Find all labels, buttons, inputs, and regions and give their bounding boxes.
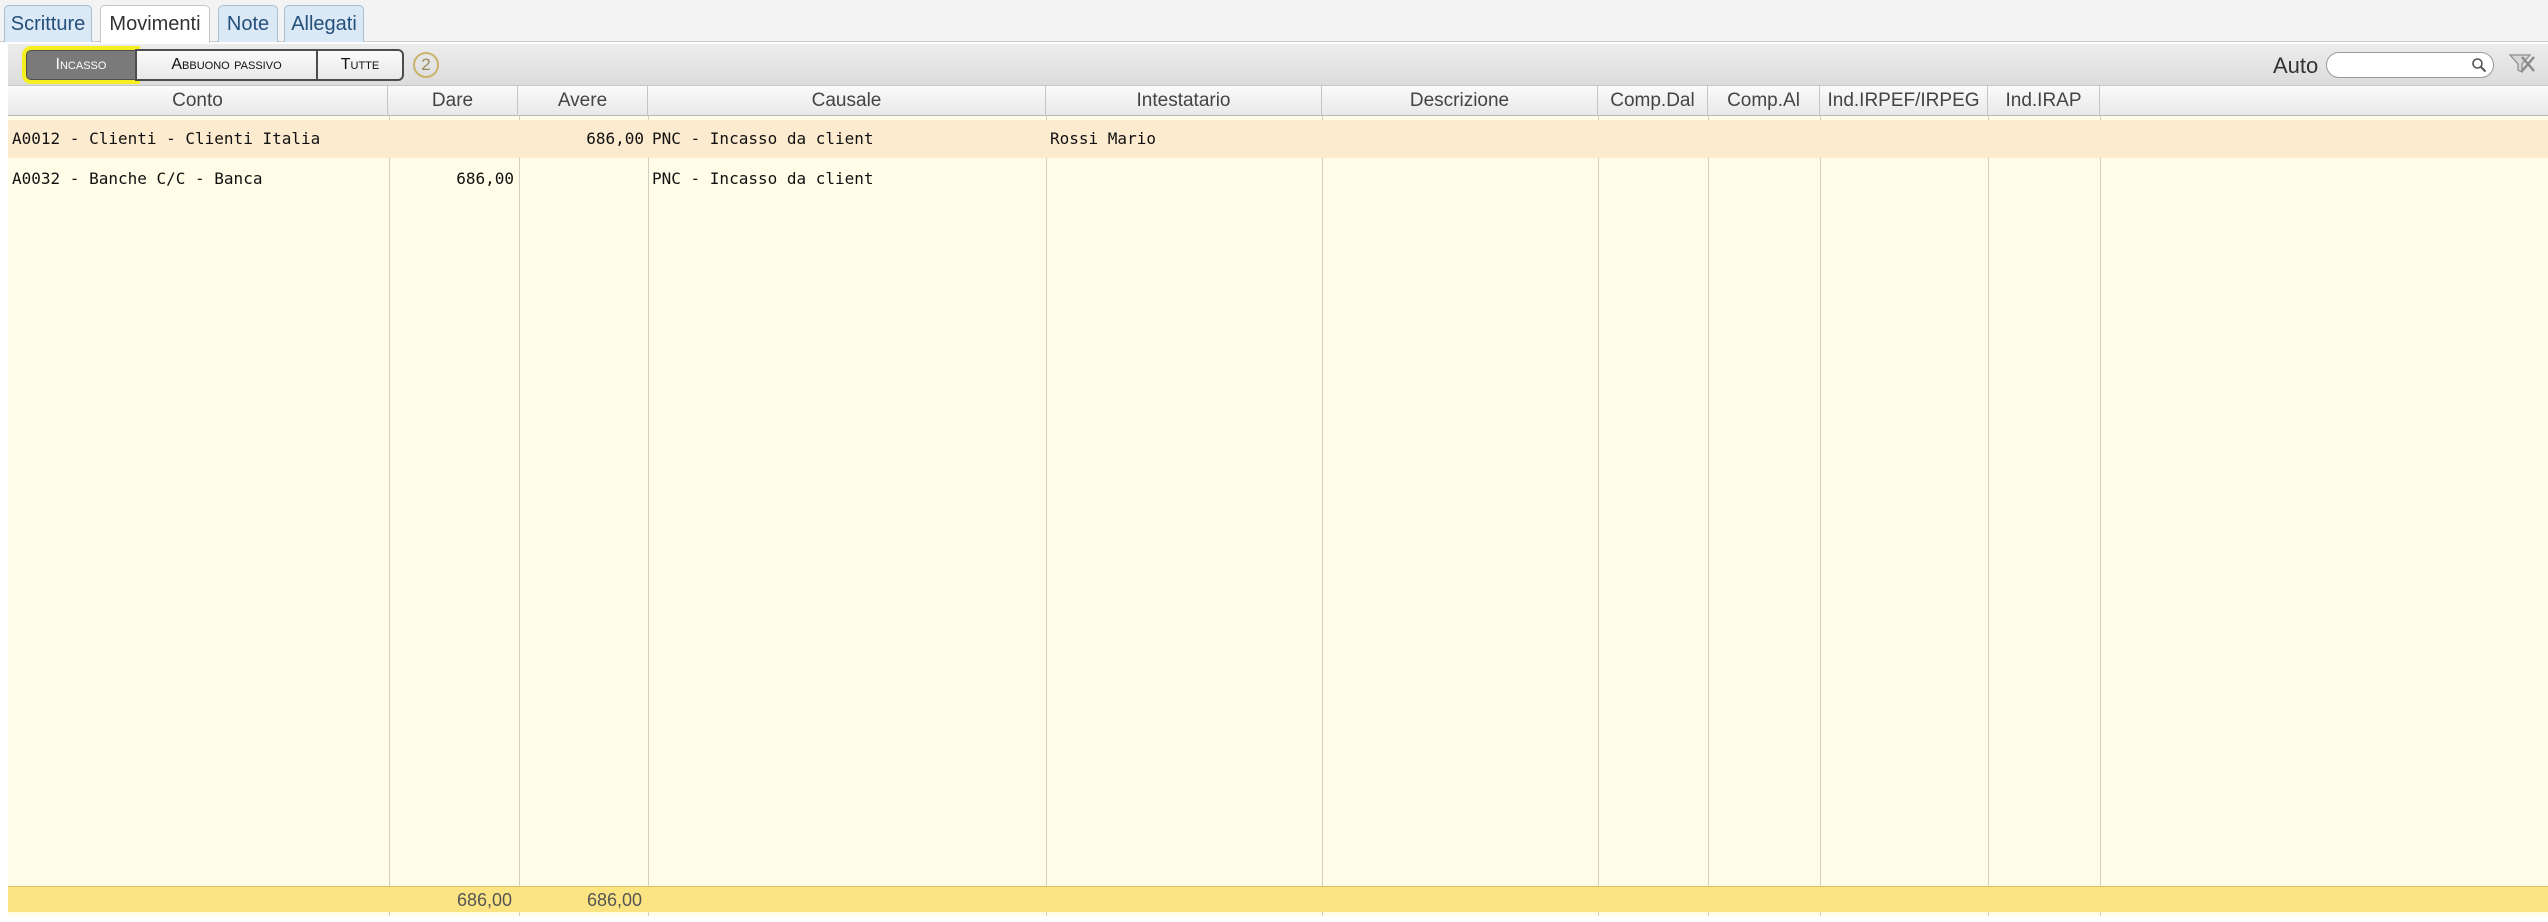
- tab-allegati[interactable]: Allegati: [284, 5, 364, 42]
- tab-bar: Scritture Movimenti Note Allegati: [0, 0, 2548, 43]
- column-divider: [1988, 116, 1989, 916]
- column-header-descrizione[interactable]: Descrizione: [1322, 86, 1598, 116]
- column-divider: [648, 116, 649, 916]
- movements-table: Conto Dare Avere Causale Intestatario De…: [8, 86, 2548, 916]
- filter-tutte-button[interactable]: Tutte: [316, 49, 404, 81]
- column-divider: [1322, 116, 1323, 916]
- filter-toolbar: Incasso Abbuono passivo Tutte 2 Auto: [8, 44, 2548, 86]
- cell-descrizione: [1322, 120, 1598, 158]
- cell-avere: [518, 160, 648, 198]
- clear-filter-icon[interactable]: [2508, 52, 2536, 76]
- column-header-filler: [2100, 86, 2548, 116]
- column-divider: [2100, 116, 2101, 916]
- column-divider: [389, 116, 390, 916]
- cell-ind-irap: [1988, 120, 2100, 158]
- cell-intestatario: Rossi Mario: [1050, 129, 1156, 148]
- cell-dare: 686,00: [456, 169, 514, 188]
- cell-ind-irpef-irpeg: [1820, 160, 1988, 198]
- column-header-comp-al[interactable]: Comp.Al: [1708, 86, 1820, 116]
- search-input[interactable]: [2326, 52, 2494, 78]
- cell-comp-dal: [1598, 160, 1708, 198]
- filter-abbuono-passivo-button[interactable]: Abbuono passivo: [135, 49, 318, 81]
- table-row[interactable]: A0032 - Banche C/C - Banca 686,00 PNC - …: [8, 160, 2548, 198]
- tab-scritture[interactable]: Scritture: [4, 5, 92, 42]
- filter-incasso-button[interactable]: Incasso: [22, 46, 140, 84]
- search-icon[interactable]: [2471, 57, 2487, 73]
- total-avere: 686,00: [586, 890, 642, 910]
- cell-conto: A0012 - Clienti - Clienti Italia: [12, 129, 321, 148]
- column-divider: [1046, 116, 1047, 916]
- cell-causale: PNC - Incasso da client: [652, 169, 874, 188]
- totals-row: 686,00 686,00: [8, 886, 2548, 912]
- column-header-intestatario[interactable]: Intestatario: [1046, 86, 1322, 116]
- cell-ind-irap: [1988, 160, 2100, 198]
- column-divider: [1598, 116, 1599, 916]
- cell-intestatario: [1046, 160, 1322, 198]
- column-header-conto[interactable]: Conto: [8, 86, 388, 116]
- cell-ind-irpef-irpeg: [1820, 120, 1988, 158]
- cell-descrizione: [1322, 160, 1598, 198]
- column-divider: [1708, 116, 1709, 916]
- cell-conto: A0032 - Banche C/C - Banca: [12, 169, 263, 188]
- column-header-causale[interactable]: Causale: [648, 86, 1046, 116]
- auto-label: Auto: [2273, 53, 2319, 78]
- table-header: Conto Dare Avere Causale Intestatario De…: [8, 86, 2548, 116]
- column-divider: [519, 116, 520, 916]
- column-header-ind-irpef-irpeg[interactable]: Ind.IRPEF/IRPEG: [1820, 86, 1988, 116]
- record-count-badge: 2: [413, 52, 439, 78]
- cell-comp-al: [1708, 120, 1820, 158]
- column-header-ind-irap[interactable]: Ind.IRAP: [1988, 86, 2100, 116]
- cell-dare: [388, 120, 518, 158]
- column-header-comp-dal[interactable]: Comp.Dal: [1598, 86, 1708, 116]
- table-row[interactable]: A0012 - Clienti - Clienti Italia 686,00 …: [8, 120, 2548, 158]
- tab-note[interactable]: Note: [218, 5, 278, 42]
- column-header-avere[interactable]: Avere: [518, 86, 648, 116]
- cell-causale: PNC - Incasso da client: [652, 129, 874, 148]
- cell-avere: 686,00: [586, 129, 644, 148]
- total-dare: 686,00: [456, 890, 512, 910]
- cell-comp-al: [1708, 160, 1820, 198]
- column-divider: [1820, 116, 1821, 916]
- tab-movimenti[interactable]: Movimenti: [100, 5, 210, 43]
- cell-comp-dal: [1598, 120, 1708, 158]
- column-header-dare[interactable]: Dare: [388, 86, 518, 116]
